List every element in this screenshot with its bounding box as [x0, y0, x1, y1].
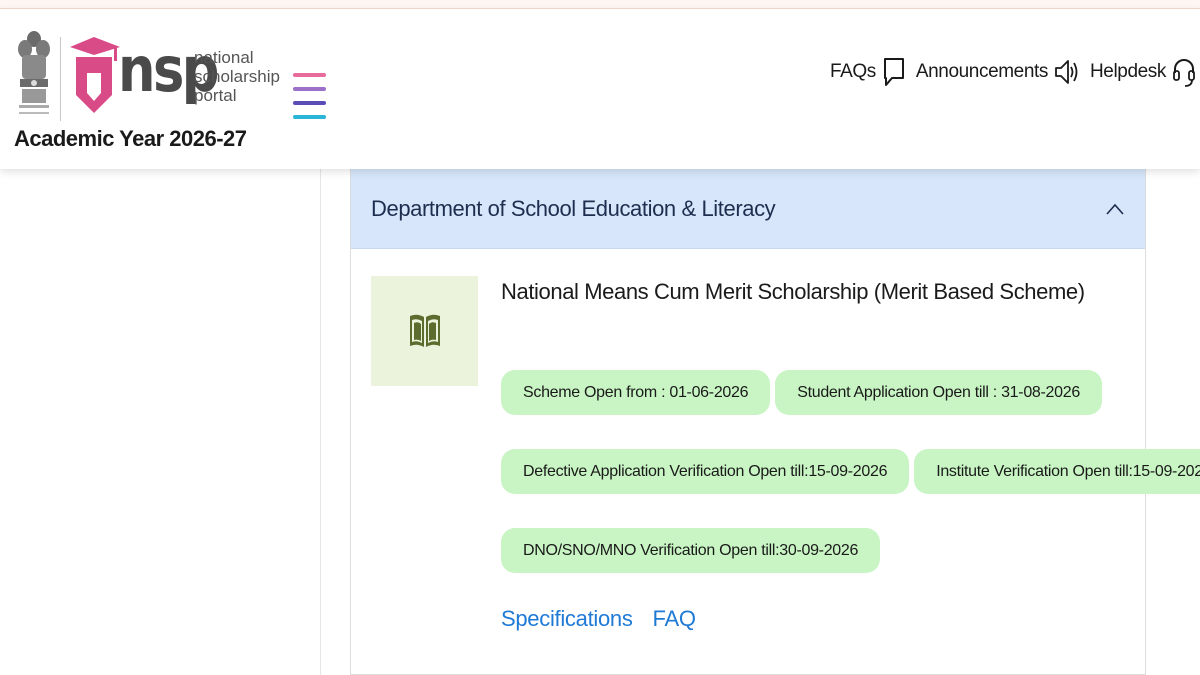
top-strip	[0, 0, 1200, 9]
logo-tagline: national scholarship portal	[194, 48, 280, 105]
specifications-link[interactable]: Specifications	[501, 606, 633, 632]
logo-divider	[60, 37, 61, 121]
site-header: nsp national scholarship portal Academic…	[0, 9, 1200, 169]
logo-tagline-line: scholarship	[194, 67, 280, 86]
scheme-thumbnail	[371, 276, 478, 386]
nav-announcements-label: Announcements	[915, 61, 1049, 82]
institute-verification-badge: Institute Verification Open till:15-09-2…	[914, 449, 1200, 494]
scheme-dates: Scheme Open from : 01-06-2026 Student Ap…	[501, 370, 1200, 607]
dno-sno-mno-verification-badge: DNO/SNO/MNO Verification Open till:30-09…	[501, 528, 881, 573]
logo-tagline-line: portal	[194, 86, 237, 105]
department-accordion: Department of School Education & Literac…	[350, 169, 1200, 675]
nav-faqs-label: FAQs	[829, 61, 876, 82]
hamburger-menu-button[interactable]	[293, 73, 327, 129]
nsp-logo-icon	[70, 37, 120, 113]
academic-year-label: Academic Year 2026-27	[14, 126, 247, 151]
chat-bubble-icon	[883, 58, 904, 86]
sidebar-divider	[320, 169, 321, 675]
scheme-open-badge: Scheme Open from : 01-06-2026	[501, 370, 771, 415]
hamburger-line-violet	[293, 87, 326, 91]
hamburger-line-cyan	[293, 115, 326, 119]
top-nav: FAQs Announcements Helpdesk	[830, 55, 1196, 89]
nav-faqs-link[interactable]: FAQs	[830, 56, 906, 88]
speaker-icon	[1055, 60, 1078, 84]
badge-row: Scheme Open from : 01-06-2026 Student Ap…	[501, 370, 1131, 415]
faq-link[interactable]: FAQ	[653, 606, 696, 632]
department-accordion-header[interactable]: Department of School Education & Literac…	[351, 169, 1145, 249]
defective-verification-badge: Defective Application Verification Open …	[501, 449, 910, 494]
chevron-up-icon[interactable]	[1105, 202, 1125, 216]
logo-tagline-line: national	[194, 48, 254, 67]
hamburger-line-pink	[293, 73, 326, 77]
nav-helpdesk-label: Helpdesk	[1089, 61, 1166, 82]
scheme-title: National Means Cum Merit Scholarship (Me…	[501, 279, 1085, 304]
badge-row: DNO/SNO/MNO Verification Open till:30-09…	[501, 528, 1131, 573]
badge-row: Defective Application Verification Open …	[501, 449, 1200, 494]
scheme-links: Specifications FAQ	[501, 606, 696, 632]
national-emblem-icon	[18, 31, 50, 114]
nav-announcements-link[interactable]: Announcements	[916, 56, 1080, 88]
headset-icon	[1173, 59, 1195, 87]
book-icon	[409, 314, 440, 347]
hamburger-line-indigo	[293, 101, 326, 105]
nav-helpdesk-link[interactable]: Helpdesk	[1090, 55, 1196, 89]
department-title: Department of School Education & Literac…	[371, 195, 776, 221]
student-application-badge: Student Application Open till : 31-08-20…	[775, 370, 1102, 415]
